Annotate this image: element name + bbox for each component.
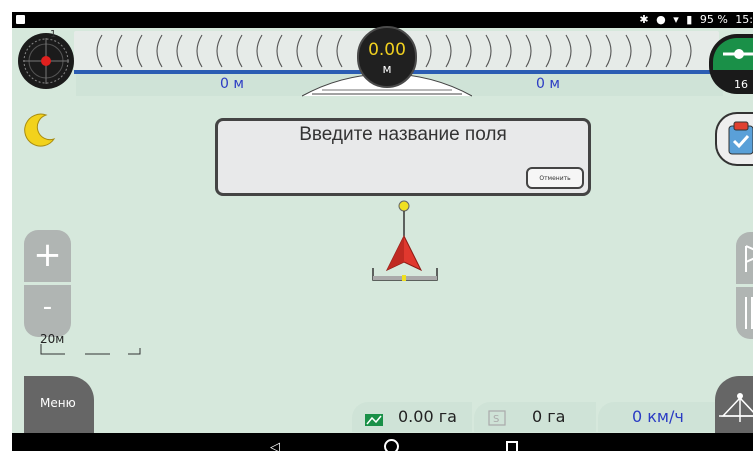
gps-icon bbox=[713, 38, 753, 70]
moon-icon[interactable] bbox=[20, 109, 60, 149]
s-area-value: 0 га bbox=[532, 407, 566, 426]
field-name-dialog: Введите название поля Отменить bbox=[215, 118, 591, 196]
recents-icon[interactable] bbox=[506, 441, 518, 451]
area-value: 0.00 га bbox=[398, 407, 457, 426]
offset-unit: м bbox=[382, 62, 392, 76]
notification-icon bbox=[16, 15, 25, 24]
app-screen: ✱ ● ▾ ▮ 95 % 15: 0 м 0 м 0.00 м 1 16 Вве… bbox=[12, 12, 753, 451]
area-stat: 0.00 га bbox=[352, 402, 472, 432]
scale-bar bbox=[40, 344, 141, 355]
clipboard-icon bbox=[728, 121, 753, 155]
speed-stat: 0 км/ч bbox=[598, 402, 715, 432]
navigation-bar: ◁ bbox=[12, 433, 753, 451]
satellite-count: 16 bbox=[734, 78, 748, 91]
compass-number: 1 bbox=[50, 29, 57, 40]
compass-icon[interactable] bbox=[17, 32, 75, 90]
cancel-button[interactable]: Отменить bbox=[526, 167, 584, 189]
field-icon bbox=[365, 414, 383, 426]
map-scale: 20м bbox=[40, 332, 150, 356]
tasks-button[interactable] bbox=[715, 112, 753, 166]
flag-icon bbox=[745, 245, 753, 272]
stats-bar: 0.00 га S 0 га 0 км/ч bbox=[352, 402, 715, 432]
s-icon: S bbox=[488, 410, 506, 426]
home-icon[interactable] bbox=[384, 439, 399, 451]
implement-icon bbox=[719, 393, 753, 422]
speed-value: 0 км/ч bbox=[632, 407, 684, 426]
wifi-icon: ▾ bbox=[673, 13, 679, 26]
boundary-button[interactable] bbox=[736, 287, 753, 339]
battery-percent: 95 % bbox=[699, 13, 728, 26]
left-distance: 0 м bbox=[220, 76, 244, 92]
menu-label: Меню bbox=[40, 396, 76, 410]
gps-status-button[interactable]: 16 bbox=[709, 34, 753, 94]
flag-button[interactable] bbox=[736, 232, 753, 284]
zoom-in-button[interactable]: + bbox=[24, 230, 71, 282]
bluetooth-icon: ✱ bbox=[639, 13, 649, 26]
battery-icon: ▮ bbox=[686, 13, 693, 26]
s-area-stat: S 0 га bbox=[474, 402, 596, 432]
vehicle-marker-icon bbox=[372, 200, 438, 281]
back-icon[interactable]: ◁ bbox=[270, 440, 280, 451]
right-distance: 0 м bbox=[536, 76, 560, 92]
offset-gauge: 0.00 м bbox=[357, 26, 417, 88]
field-name-prompt[interactable]: Введите название поля bbox=[218, 124, 588, 146]
dnd-icon: ● bbox=[656, 13, 666, 26]
zoom-out-button[interactable]: - bbox=[24, 285, 71, 337]
svg-text:S: S bbox=[493, 414, 499, 425]
menu-button[interactable]: Меню bbox=[24, 376, 94, 434]
boundary-icon bbox=[745, 297, 753, 329]
offset-value: 0.00 bbox=[368, 40, 406, 60]
status-right: ✱ ● ▾ ▮ 95 % 15: bbox=[635, 13, 753, 26]
clock: 15: bbox=[735, 13, 753, 26]
implement-button[interactable] bbox=[715, 376, 753, 434]
